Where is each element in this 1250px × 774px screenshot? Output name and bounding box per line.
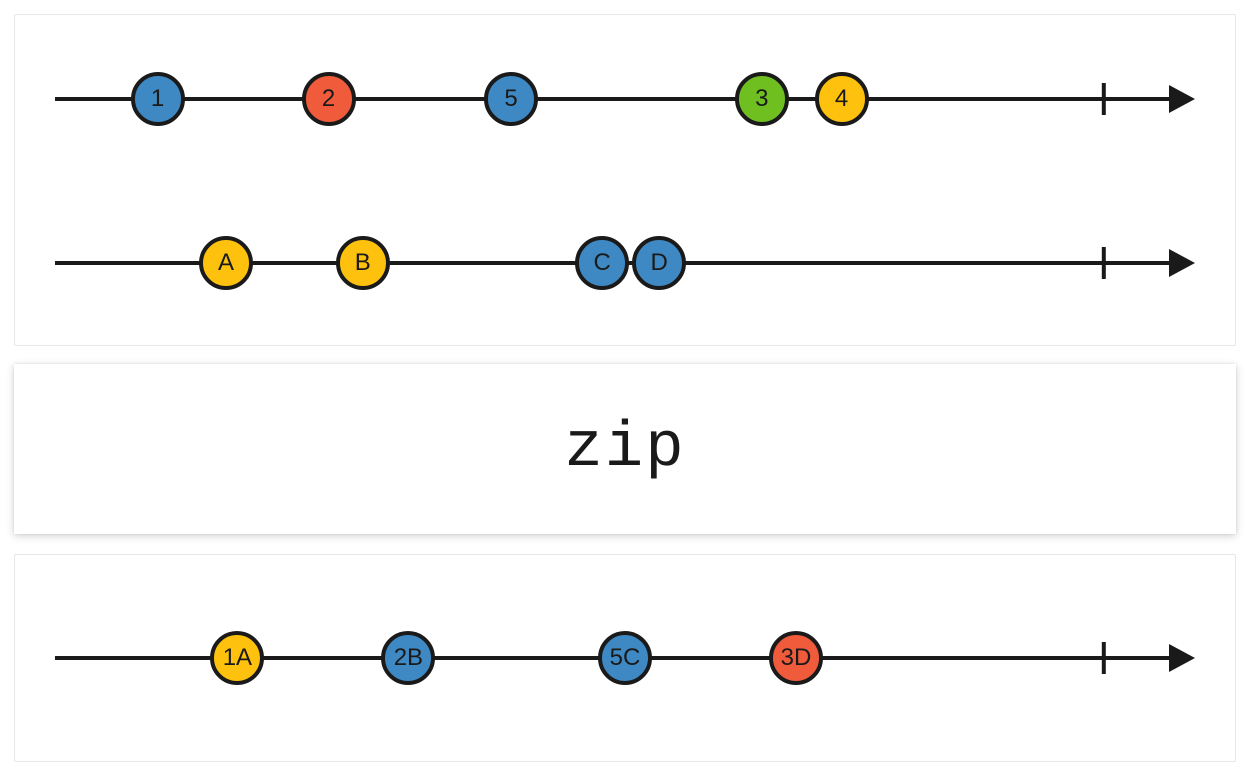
marble-label: B: [355, 251, 371, 275]
marble-result-3d: 3D: [769, 631, 823, 685]
marble-source-2-a: A: [199, 236, 253, 290]
diagram-canvas: 1 2 5 3 4 A B C D zip 1A 2B 5C 3D: [0, 0, 1250, 774]
marble-label: 3D: [781, 646, 812, 670]
marble-label: C: [594, 251, 611, 275]
marble-source-1-3: 3: [735, 72, 789, 126]
marble-result-5c: 5C: [598, 631, 652, 685]
marble-label: 5C: [610, 646, 641, 670]
marble-label: 5: [504, 87, 517, 111]
marble-label: 1A: [223, 646, 252, 670]
marble-label: 3: [755, 87, 768, 111]
marble-source-1-1: 1: [131, 72, 185, 126]
marble-label: 4: [835, 87, 848, 111]
marble-label: 2B: [394, 646, 423, 670]
marble-source-1-4: 4: [815, 72, 869, 126]
marble-label: 1: [151, 87, 164, 111]
marble-label: D: [651, 251, 668, 275]
marble-source-2-b: B: [336, 236, 390, 290]
marble-source-1-5: 5: [484, 72, 538, 126]
inputs-panel: 1 2 5 3 4 A B C D: [14, 14, 1236, 346]
timeline-axis: [55, 79, 1195, 119]
marble-source-2-d: D: [632, 236, 686, 290]
marble-label: 2: [322, 87, 335, 111]
output-panel: 1A 2B 5C 3D: [14, 554, 1236, 762]
operator-label: zip: [564, 413, 685, 485]
marble-source-2-c: C: [575, 236, 629, 290]
marble-result-2b: 2B: [381, 631, 435, 685]
operator-box: zip: [14, 364, 1236, 534]
marble-label: A: [218, 251, 234, 275]
marble-source-1-2: 2: [302, 72, 356, 126]
marble-result-1a: 1A: [210, 631, 264, 685]
